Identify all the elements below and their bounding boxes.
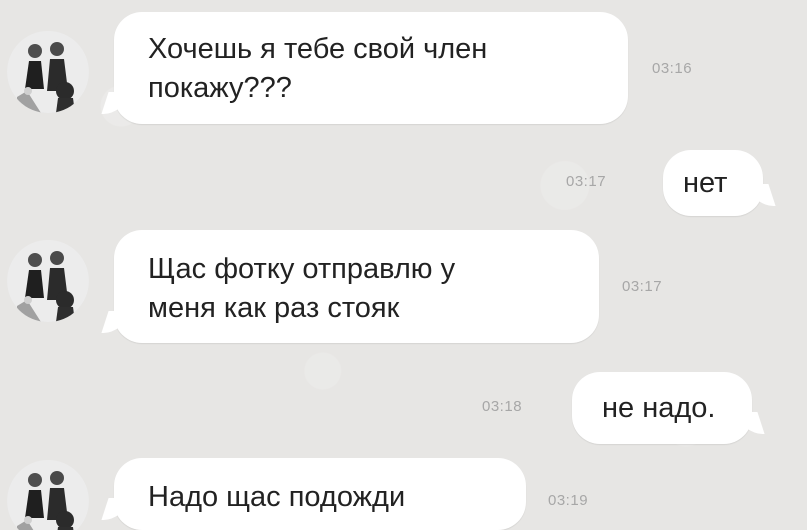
message-time: 03:17 [622,278,663,295]
message-time: 03:18 [482,398,523,415]
message-bubble[interactable]: Надо щас подожди [114,458,526,530]
contact-avatar[interactable] [7,31,89,113]
message-text-line: меня как раз стояк [148,292,400,324]
message-text: Надо щас подожди [148,481,406,513]
message-time: 03:16 [652,60,693,77]
message-bubble[interactable]: нет [663,150,763,216]
message-text-line: Щас фотку отправлю у [148,253,456,285]
group-photo-icon [7,31,89,113]
contact-avatar[interactable] [7,240,89,322]
group-photo-icon [7,240,89,322]
message-text: нет [683,167,728,199]
message-bubble[interactable]: не надо. [572,372,752,444]
message-time: 03:17 [566,173,607,190]
contact-avatar[interactable] [7,460,89,530]
message-text: не надо. [602,392,716,424]
message-text-line: покажу??? [148,72,292,104]
group-photo-icon [7,460,89,530]
message-text-line: Хочешь я тебе свой член [148,33,488,65]
message-bubble[interactable]: Хочешь я тебе свой член покажу??? [114,12,628,124]
chat-thread[interactable]: Хочешь я тебе свой член покажу??? 03:16 … [0,0,807,530]
message-bubble[interactable]: Щас фотку отправлю у меня как раз стояк [114,230,599,343]
message-time: 03:19 [548,492,589,509]
